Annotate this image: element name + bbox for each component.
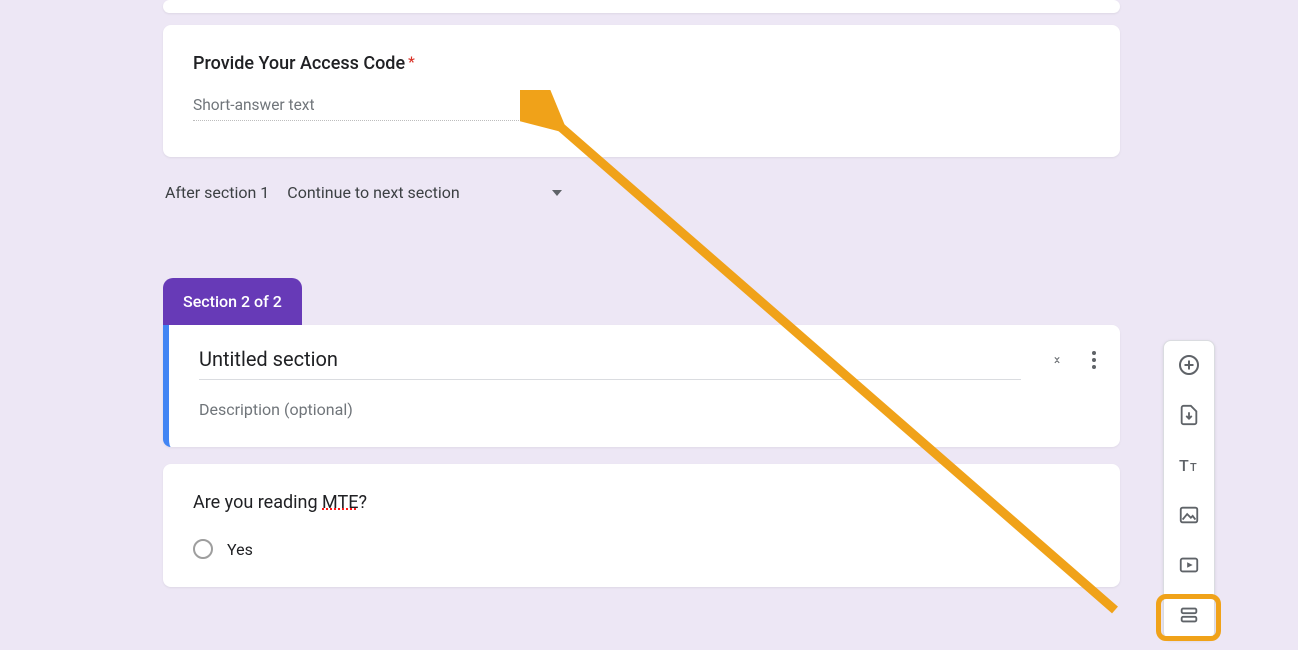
form-column: Provide Your Access Code* Short-answer t… — [163, 0, 1120, 587]
add-question-button[interactable] — [1175, 351, 1203, 379]
chevron-down-icon — [552, 190, 562, 196]
prev-card-peek — [163, 0, 1120, 13]
image-icon — [1178, 504, 1200, 526]
section-split-icon — [1178, 604, 1200, 626]
add-section-button[interactable] — [1175, 601, 1203, 629]
collapse-section-button[interactable]: ⌄ ⌃ — [1052, 352, 1062, 369]
required-star: * — [408, 53, 415, 71]
section-more-menu[interactable] — [1092, 351, 1096, 369]
import-file-icon — [1178, 404, 1200, 426]
floating-toolbar: TT — [1163, 340, 1215, 640]
radio-option[interactable]: Yes — [193, 539, 1090, 559]
after-section-dropdown[interactable]: Continue to next section — [287, 177, 561, 208]
text-tt-icon: TT — [1177, 453, 1201, 477]
short-answer-preview: Short-answer text — [193, 96, 547, 121]
add-video-button[interactable] — [1175, 551, 1203, 579]
add-title-button[interactable]: TT — [1175, 451, 1203, 479]
app-canvas: Provide Your Access Code* Short-answer t… — [0, 0, 1298, 642]
import-questions-button[interactable] — [1175, 401, 1203, 429]
section-actions: ⌄ ⌃ — [1052, 351, 1096, 369]
add-image-button[interactable] — [1175, 501, 1203, 529]
option-label: Yes — [227, 540, 253, 559]
question-card-reading-mte[interactable]: Are you reading MTE? Yes — [163, 464, 1120, 587]
section-badge: Section 2 of 2 — [163, 278, 302, 325]
radio-icon — [193, 539, 213, 559]
section-2-block: Section 2 of 2 Untitled section Descript… — [163, 278, 1120, 447]
plus-circle-icon — [1177, 353, 1201, 377]
question-title: Are you reading MTE? — [193, 492, 1090, 513]
section-header-card[interactable]: Untitled section Description (optional) … — [163, 325, 1120, 447]
question-card-access-code[interactable]: Provide Your Access Code* Short-answer t… — [163, 25, 1120, 157]
video-icon — [1178, 554, 1200, 576]
svg-text:T: T — [1190, 461, 1197, 474]
chevron-up-icon: ⌃ — [1052, 361, 1062, 369]
section-description-placeholder[interactable]: Description (optional) — [199, 400, 1090, 419]
after-section-label: After section 1 — [165, 183, 269, 202]
svg-text:T: T — [1179, 456, 1189, 475]
section-title-input[interactable]: Untitled section — [199, 347, 1021, 380]
question-title: Provide Your Access Code* — [193, 53, 1090, 74]
after-section-row: After section 1 Continue to next section — [163, 177, 1120, 208]
